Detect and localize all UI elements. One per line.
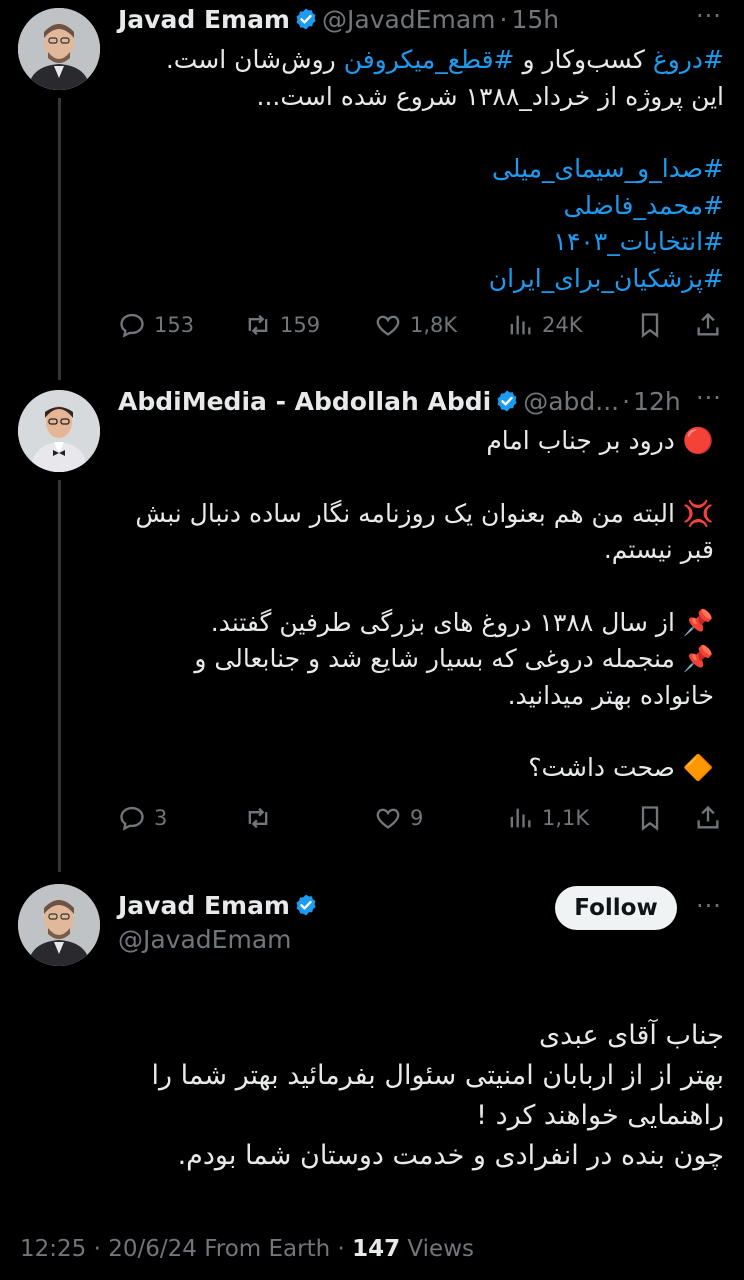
more-icon[interactable]: ··· [696,384,722,412]
views-icon [510,315,531,335]
views-button[interactable]: 24K [506,311,583,339]
like-button[interactable]: 9 [374,804,423,832]
tweet-line: این پروژه از خرداد_۱۳۸۸ شروع شده است... [256,81,725,111]
diamond-emoji: 🔶 [682,753,714,782]
author-handle[interactable]: @JavadEmam [322,5,496,34]
hashtag[interactable]: #انتخابات_۱۴۰۳ [118,224,724,261]
timestamp[interactable]: 12:25 · 20/6/24 From Earth · [20,1236,352,1262]
tweet-line: راهنمایی خواهند کرد ! [476,1100,724,1131]
reply-count: 3 [154,806,168,830]
separator-dot: · [622,387,631,416]
timestamp[interactable]: 12h [633,387,681,416]
author-handle[interactable]: @JavadEmam [118,924,292,956]
pin-emoji: 📌 [682,644,714,673]
author-handle[interactable]: @abd... [523,387,619,416]
tweet-meta: 12:25 · 20/6/24 From Earth · 147 Views [20,1236,474,1262]
hashtag[interactable]: #قطع_میکروفن [344,45,515,74]
anger-emoji: 💢 [682,498,714,528]
tweet-text: 🔴 درود بر جناب امام 💢 البته من هم بعنوان… [118,423,714,787]
author-name[interactable]: AbdiMedia - Abdollah Abdi [118,387,491,416]
avatar[interactable] [18,884,100,966]
like-icon [376,808,400,829]
tweet-line: جناب آقای عبدی [539,1020,724,1051]
tweet-line: صحت داشت؟ [528,753,675,782]
views-icon [510,808,531,828]
hashtag[interactable]: #دروغ [653,45,724,74]
verified-icon [296,8,316,30]
views-label: Views [400,1236,474,1262]
tweet-line: بهتر از از اربابان امنیتی سئوال بفرمائید… [151,1060,724,1091]
tweet-line: چون بنده در انفرادی و خدمت دوستان شما بو… [177,1140,724,1171]
reply-button[interactable]: 3 [118,804,167,832]
share-icon [697,312,719,336]
repost-count: 159 [280,313,321,337]
tweet-text: #دروغ کسب‌وکار و #قطع_میکروفن روش‌شان اس… [118,42,724,297]
like-icon [376,315,400,336]
repost-icon [248,807,268,829]
author-name[interactable]: Javad Emam [118,5,290,34]
hashtag[interactable]: #پزشکیان_برای_ایران [118,261,724,298]
views-count: 147 [352,1236,401,1262]
tweet-actions: 153 159 1,8K 24K [118,310,728,340]
timestamp[interactable]: 15h [511,5,559,34]
reply-button[interactable]: 153 [118,311,194,339]
like-count: 1,8K [410,313,458,337]
tweet-actions: 3 9 1,1K [118,803,728,833]
follow-button[interactable]: Follow [555,886,677,930]
thread-line [58,480,61,872]
bookmark-icon [641,313,659,338]
bookmark-button[interactable] [636,311,664,339]
more-icon[interactable]: ··· [696,2,722,30]
bookmark-button[interactable] [636,804,664,832]
hashtag[interactable]: #محمد_فاضلی [118,188,724,225]
avatar[interactable] [18,390,100,472]
reply-count: 153 [154,313,195,337]
reply-icon [120,806,144,831]
pin-emoji: 📌 [682,607,714,637]
thread-line [58,98,61,380]
author-name[interactable]: Javad Emam [118,891,290,920]
hashtag[interactable]: #صدا_و_سیمای_میلی [118,151,724,188]
tweet-line: درود بر جناب امام [486,426,675,455]
tweet-text: جناب آقای عبدی بهتر از از اربابان امنیتی… [20,1016,724,1176]
tweet-line: از سال ۱۳۸۸ دروغ های بزرگی طرفین گفتند. [210,607,675,637]
share-icon [697,805,719,829]
separator-dot: · [499,5,508,34]
avatar[interactable] [18,8,100,90]
views-count: 1,1K [542,806,590,830]
verified-icon [497,390,517,412]
share-button[interactable] [694,804,722,832]
tweet-line: البته من هم بعنوان یک روزنامه نگار ساده … [135,498,714,565]
bookmark-icon [641,806,659,831]
repost-button[interactable] [244,804,280,832]
verified-icon [296,894,316,916]
more-icon[interactable]: ··· [696,892,722,920]
repost-button[interactable]: 159 [244,311,320,339]
views-button[interactable]: 1,1K [506,804,589,832]
repost-icon [248,314,268,336]
tweet-text-part: کسب‌وکار و [514,45,653,74]
reply-icon [120,313,144,338]
like-count: 9 [410,806,424,830]
like-button[interactable]: 1,8K [374,311,457,339]
views-count: 24K [542,313,583,337]
tweet-line: منجمله دروغی که بسیار شایع شد و جنابعالی… [194,644,714,710]
tweet-text-part: روش‌شان است. [165,45,344,74]
red-circle-emoji: 🔴 [682,426,714,455]
share-button[interactable] [694,311,722,339]
